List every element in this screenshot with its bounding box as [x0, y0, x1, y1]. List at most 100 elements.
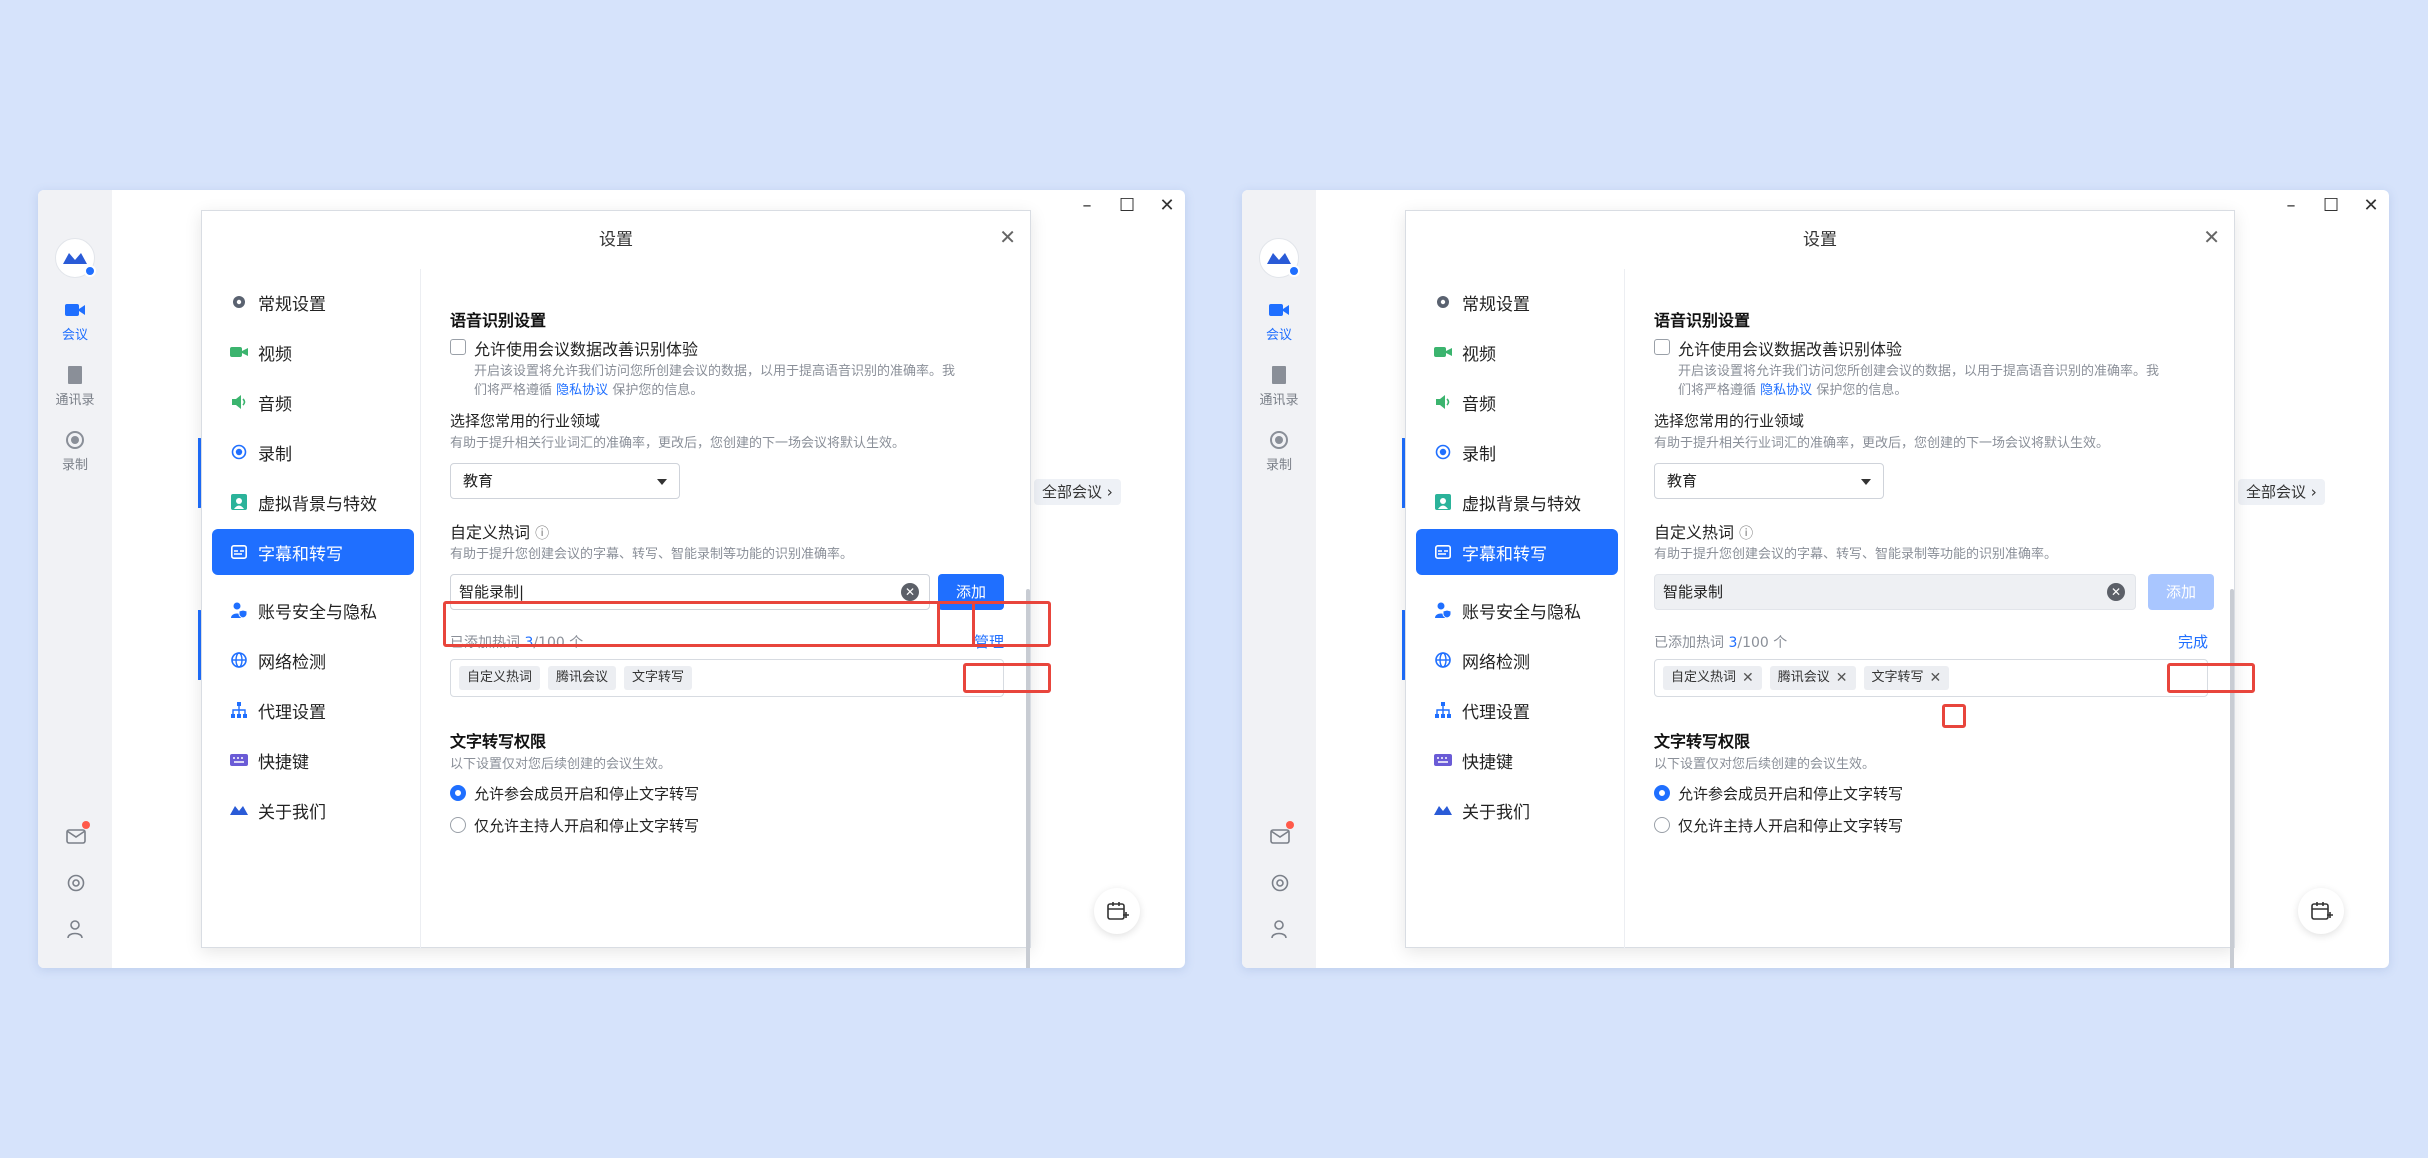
add-hotword-button[interactable]: 添加 [938, 574, 1004, 610]
hotword-tag[interactable]: 自定义热词 ✕ [1663, 666, 1762, 690]
scrollbar[interactable] [2230, 589, 2234, 968]
nav-item-label: 网络检测 [258, 652, 326, 673]
clear-input-icon[interactable]: ✕ [2107, 583, 2125, 601]
maximize-button[interactable]: ☐ [2323, 196, 2339, 216]
nav-item-captions[interactable]: 字幕和转写 [212, 529, 414, 575]
avatar[interactable] [1259, 238, 1300, 278]
dialog-close-button[interactable]: ✕ [999, 225, 1016, 249]
nav-item-general[interactable]: 常规设置 [212, 279, 414, 325]
rail-item-recordings[interactable]: 录制 [1242, 430, 1316, 473]
nav-item-background[interactable]: 虚拟背景与特效 [212, 479, 414, 525]
speech-description-line1: 开启该设置将允许我们访问您所创建会议的数据，以用于提高语音识别的准确率。我 [474, 364, 956, 379]
all-meetings-link[interactable]: 全部会议 › [1034, 479, 1121, 505]
nav-item-background[interactable]: 虚拟背景与特效 [1416, 479, 1618, 525]
nav-item-label: 虚拟背景与特效 [1462, 494, 1581, 515]
rail-item-label: 会议 [1265, 328, 1292, 343]
nav-item-video[interactable]: 视频 [212, 329, 414, 375]
profile-button[interactable] [1269, 918, 1291, 940]
nav-item-about[interactable]: 关于我们 [1416, 787, 1618, 833]
rail-item-meetings[interactable]: 会议 [1242, 300, 1316, 343]
radio-allow-members[interactable] [1654, 785, 1670, 801]
improve-recognition-checkbox[interactable] [450, 339, 466, 355]
clear-input-icon[interactable]: ✕ [901, 583, 919, 601]
dialog-close-button[interactable]: ✕ [2203, 225, 2220, 249]
hotword-input[interactable]: 智能录制| ✕ [450, 574, 930, 610]
privacy-link[interactable]: 隐私协议 [1760, 383, 1812, 398]
hotword-tag[interactable]: 腾讯会议 ✕ [1769, 666, 1856, 690]
privacy-link[interactable]: 隐私协议 [556, 383, 608, 398]
remove-tag-icon[interactable]: ✕ [1836, 666, 1848, 690]
hotword-input-value: 智能录制 [1663, 583, 1724, 601]
done-button[interactable]: 完成 [2178, 631, 2208, 652]
minimize-button[interactable]: – [2283, 196, 2299, 216]
info-icon[interactable]: ⓘ [1739, 526, 1753, 542]
radio-host-only[interactable] [1654, 817, 1670, 833]
nav-item-network[interactable]: 网络检测 [1416, 637, 1618, 683]
mail-button[interactable] [1269, 821, 1294, 847]
desc-text: 保护您的信息。 [1816, 383, 1908, 398]
rail-item-contacts[interactable]: 通讯录 [1242, 365, 1316, 408]
hotword-tag[interactable]: 文字转写 [624, 666, 693, 690]
window-controls: – ☐ ✕ [1079, 196, 1175, 216]
nav-item-shortcuts[interactable]: 快捷键 [212, 737, 414, 783]
hotword-input-value: 智能录制 [459, 583, 520, 601]
hotword-tag[interactable]: 文字转写 ✕ [1863, 666, 1950, 690]
nav-item-label: 音频 [1462, 394, 1496, 415]
improve-recognition-checkbox[interactable] [1654, 339, 1670, 355]
nav-item-audio[interactable]: 音频 [212, 379, 414, 425]
manage-button[interactable]: 管理 [974, 631, 1004, 652]
hotwords-label: 自定义热词 ⓘ [450, 519, 549, 543]
record-icon [1434, 443, 1452, 461]
settings-button[interactable] [65, 872, 87, 894]
remove-tag-icon[interactable]: ✕ [1930, 666, 1942, 690]
record-icon [230, 443, 248, 461]
add-hotword-button[interactable]: 添加 [2148, 574, 2214, 610]
info-icon[interactable]: ⓘ [535, 526, 549, 542]
profile-button[interactable] [65, 918, 87, 940]
hotword-tag[interactable]: 腾讯会议 [548, 666, 617, 690]
nav-item-account-security[interactable]: 账号安全与隐私 [212, 587, 414, 633]
close-window-button[interactable]: ✕ [1159, 196, 1175, 216]
rail-item-meetings[interactable]: 会议 [38, 300, 112, 343]
nav-item-recording[interactable]: 录制 [1416, 429, 1618, 475]
minimize-button[interactable]: – [1079, 196, 1095, 216]
account-security-icon [1434, 601, 1452, 619]
speech-description-line2: 们将严格遵循 隐私协议 保护您的信息。 [1678, 381, 1907, 400]
nav-item-recording[interactable]: 录制 [212, 429, 414, 475]
nav-item-video[interactable]: 视频 [1416, 329, 1618, 375]
close-window-button[interactable]: ✕ [2363, 196, 2379, 216]
schedule-button[interactable] [1094, 888, 1140, 934]
hotword-tag[interactable]: 自定义热词 [459, 666, 541, 690]
scrollbar[interactable] [1026, 589, 1030, 968]
mail-button[interactable] [65, 821, 90, 847]
nav-item-account-security[interactable]: 账号安全与隐私 [1416, 587, 1618, 633]
nav-item-network[interactable]: 网络检测 [212, 637, 414, 683]
hotword-input[interactable]: 智能录制 ✕ [1654, 574, 2136, 610]
nav-item-proxy[interactable]: 代理设置 [1416, 687, 1618, 733]
settings-button[interactable] [1269, 872, 1291, 894]
radio-host-only[interactable] [450, 817, 466, 833]
maximize-button[interactable]: ☐ [1119, 196, 1135, 216]
industry-select[interactable]: 教育 [1654, 463, 1884, 499]
nav-item-captions[interactable]: 字幕和转写 [1416, 529, 1618, 575]
nav-item-about[interactable]: 关于我们 [212, 787, 414, 833]
window-controls: – ☐ ✕ [2283, 196, 2379, 216]
hotwords-hint: 有助于提升您创建会议的字幕、转写、智能录制等功能的识别准确率。 [450, 547, 854, 562]
all-meetings-label: 全部会议 [1042, 483, 1103, 501]
radio-allow-members[interactable] [450, 785, 466, 801]
app-window-left: 会议 通讯录 录制 – ☐ ✕ 全部会议 › 设置 ✕ 常规设置 视频 音频 录… [38, 190, 1185, 968]
nav-item-general[interactable]: 常规设置 [1416, 279, 1618, 325]
count-total: /100 个 [1737, 635, 1788, 651]
tag-label: 自定义热词 [467, 670, 533, 685]
avatar[interactable] [55, 238, 96, 278]
rail-item-label: 通讯录 [1259, 393, 1299, 408]
all-meetings-link[interactable]: 全部会议 › [2238, 479, 2325, 505]
nav-item-shortcuts[interactable]: 快捷键 [1416, 737, 1618, 783]
schedule-button[interactable] [2298, 888, 2344, 934]
remove-tag-icon[interactable]: ✕ [1742, 666, 1754, 690]
industry-select[interactable]: 教育 [450, 463, 680, 499]
nav-item-proxy[interactable]: 代理设置 [212, 687, 414, 733]
nav-item-audio[interactable]: 音频 [1416, 379, 1618, 425]
rail-item-recordings[interactable]: 录制 [38, 430, 112, 473]
rail-item-contacts[interactable]: 通讯录 [38, 365, 112, 408]
